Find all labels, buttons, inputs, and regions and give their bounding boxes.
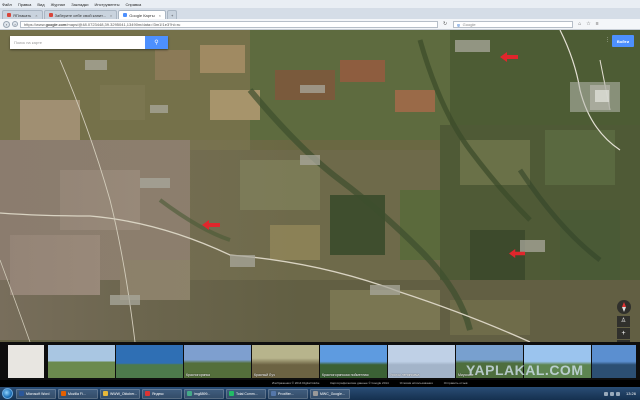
close-icon[interactable]: ×: [110, 13, 112, 18]
forward-arrow-icon[interactable]: ›: [12, 21, 18, 27]
menu-bookmarks[interactable]: Закладки: [71, 2, 88, 7]
red-arrow-marker: [500, 52, 518, 62]
photo-thumbnail[interactable]: [48, 344, 115, 378]
photo-caption: Красный Луч: [254, 372, 275, 377]
windows-start-icon[interactable]: [2, 388, 13, 399]
map-search-box: ⚲: [10, 36, 168, 49]
tab-bar: ЯПлакать × Заберите себе свой капит... ×…: [0, 8, 640, 19]
search-button[interactable]: ⚲: [145, 36, 168, 49]
pegman-icon[interactable]: ♙: [617, 316, 630, 327]
zoom-in-button[interactable]: +: [617, 328, 630, 339]
google-maps-favicon-icon: [123, 13, 128, 17]
tab-label: ЯПлакать: [13, 12, 32, 18]
proxifier-icon: [271, 391, 276, 396]
compass-icon[interactable]: [617, 300, 631, 314]
network-icon[interactable]: [603, 391, 608, 396]
map-overview-thumbnail[interactable]: [8, 344, 44, 378]
taskbar-item[interactable]: Total Comm...: [226, 388, 266, 399]
watermark: YAPLAKAL.COM: [466, 362, 584, 378]
taskbar-item[interactable]: Mozilla Fi...: [58, 388, 98, 399]
total-commander-icon: [229, 391, 234, 396]
red-arrow-marker: [202, 220, 220, 230]
menu-help[interactable]: Справка: [125, 2, 141, 7]
menu-edit[interactable]: Правка: [18, 2, 32, 7]
search-icon: ⚲: [154, 40, 159, 46]
menu-view[interactable]: Вид: [37, 2, 44, 7]
photo-thumbnail[interactable]: Красный Луч: [252, 344, 319, 378]
firefox-icon: [61, 391, 66, 396]
photo-thumbnail[interactable]: [116, 344, 183, 378]
feedback-link[interactable]: Отправить отзыв: [444, 381, 468, 385]
new-tab-button[interactable]: +: [166, 10, 178, 19]
photo-thumbnail[interactable]: Уголок ленинизма: [388, 344, 455, 378]
terms-link[interactable]: Условия использования: [400, 381, 433, 385]
volume-icon[interactable]: [609, 391, 614, 396]
image-icon: [187, 391, 192, 396]
menu-tools[interactable]: Инструменты: [95, 2, 120, 7]
bookmark-star-icon[interactable]: ☆: [586, 21, 590, 27]
url-domain: google.com: [45, 21, 67, 27]
menu-icon[interactable]: ≡: [596, 21, 599, 27]
yandex-icon: [145, 391, 150, 396]
map-data-credit: Картографические данные © Google 2014: [330, 381, 389, 385]
photo-caption: Красногорянская пойменная: [322, 372, 369, 377]
language-icon[interactable]: [615, 391, 620, 396]
taskbar-item[interactable]: img8899...: [184, 388, 224, 399]
document-icon: [313, 391, 318, 396]
yaplakal-favicon-icon: [48, 13, 53, 17]
map-search-input[interactable]: [10, 36, 145, 49]
tab-yaplakal[interactable]: ЯПлакать ×: [2, 10, 43, 19]
back-arrow-icon[interactable]: ‹: [3, 20, 10, 28]
map-controls: ♙ + −: [617, 300, 631, 342]
reload-icon[interactable]: ↻: [443, 21, 447, 27]
url-prefix: https://www.: [24, 21, 46, 27]
imagery-credit: Изображения © 2014 Digital Globe: [272, 381, 320, 385]
navigation-bar: ‹ › https://www. google.com/maps/@48.0723…: [0, 19, 640, 30]
tab-label: Google Карты: [129, 12, 155, 18]
yaplakal-favicon-icon: [7, 13, 11, 17]
apps-grid-icon[interactable]: ⋮⋮: [605, 37, 615, 43]
photo-thumbnail[interactable]: Красногорянка: [184, 344, 251, 378]
satellite-imagery: [0, 30, 640, 342]
red-arrow-marker: [509, 249, 525, 258]
photo-caption: Красногорянка: [186, 372, 210, 377]
taskbar-item[interactable]: WWW_Oktober...: [100, 388, 140, 399]
home-icon[interactable]: ⌂: [578, 21, 581, 27]
browser-search-placeholder: Google: [462, 21, 476, 27]
windows-taskbar: Microsoft Word Mozilla Fi... WWW_Oktober…: [0, 387, 640, 400]
taskbar-item[interactable]: Microsoft Word: [16, 388, 56, 399]
close-icon[interactable]: ×: [159, 13, 161, 18]
google-icon: g: [457, 21, 460, 27]
taskbar-item[interactable]: Яндекс: [142, 388, 182, 399]
taskbar-item[interactable]: MWC_Google...: [310, 388, 350, 399]
browser-search-field[interactable]: g Google: [453, 20, 574, 28]
tab-article[interactable]: Заберите себе свой капит... ×: [43, 10, 118, 19]
word-icon: [19, 391, 24, 396]
photo-thumbnail[interactable]: [592, 344, 636, 378]
menu-bar: Файл Правка Вид Журнал Закладки Инструме…: [0, 0, 640, 8]
menu-history[interactable]: Журнал: [51, 2, 66, 7]
menu-file[interactable]: Файл: [2, 2, 12, 7]
folder-icon: [103, 391, 108, 396]
address-bar[interactable]: https://www. google.com/maps/@48.0723448,…: [20, 20, 438, 28]
signin-button[interactable]: Войти: [612, 35, 634, 47]
url-path: /maps/@48.0723448,39.3295041,13490m/data…: [66, 21, 181, 27]
taskbar-item[interactable]: Proxifier...: [268, 388, 308, 399]
tab-google-maps[interactable]: Google Карты ×: [118, 10, 166, 19]
photo-caption: Уголок ленинизма: [390, 372, 420, 377]
map-attribution: Изображения © 2014 Digital Globe Картогр…: [272, 381, 478, 385]
clock[interactable]: 13:26: [626, 391, 636, 396]
close-icon[interactable]: ×: [35, 13, 37, 18]
system-tray: 13:26: [603, 391, 640, 396]
satellite-map[interactable]: ♙ + −: [0, 30, 640, 342]
photo-thumbnail[interactable]: Красногорянская пойменная: [320, 344, 387, 378]
tab-label: Заберите себе свой капит...: [54, 12, 106, 18]
